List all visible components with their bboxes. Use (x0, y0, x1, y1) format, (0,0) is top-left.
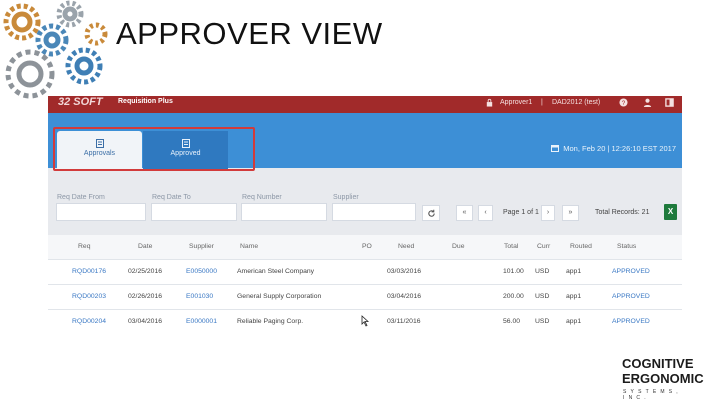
logo-line2: ERGONOMIC (622, 371, 704, 386)
datetime-readout: Mon, Feb 20 | 12:26:10 EST 2017 (551, 144, 676, 153)
supplier-link[interactable]: E0000001 (186, 318, 217, 325)
page-info: Page 1 of 1 (503, 209, 539, 216)
supplier-link[interactable]: E001030 (186, 293, 213, 300)
calendar-icon (551, 145, 560, 152)
cursor-icon (361, 315, 370, 327)
company-name[interactable]: DAD2012 (test) (552, 99, 600, 106)
supplier-label: Supplier (333, 194, 359, 201)
help-icon[interactable]: ? (619, 98, 628, 107)
req-date-to-input[interactable] (151, 203, 237, 221)
col-header-need[interactable]: Need (398, 243, 414, 250)
app-topbar: 32 SOFT Requisition Plus Approver1 | DAD… (48, 96, 682, 113)
name-cell: American Steel Company (237, 268, 315, 275)
company-logo: COGNITIVE ERGONOMIC SYSTEMS, INC. (622, 356, 714, 401)
routed-cell: app1 (566, 268, 582, 275)
total-cell: 200.00 (503, 293, 524, 300)
first-page-button[interactable]: « (456, 205, 473, 221)
total-records: Total Records: 21 (595, 209, 650, 216)
req-date-from-label: Req Date From (57, 194, 105, 201)
logo-line3: SYSTEMS, INC. (623, 389, 682, 401)
gears-icon (3, 0, 108, 99)
total-cell: 101.00 (503, 268, 524, 275)
tabs-highlight-box (53, 127, 255, 171)
status-link[interactable]: APPROVED (612, 318, 650, 325)
exit-icon[interactable] (665, 98, 674, 107)
refresh-button[interactable] (422, 205, 440, 221)
last-page-button[interactable]: » (562, 205, 579, 221)
curr-cell: USD (535, 268, 550, 275)
col-header-curr[interactable]: Curr (537, 243, 550, 250)
datetime-text: Mon, Feb 20 | 12:26:10 EST 2017 (563, 144, 676, 153)
lock-icon (486, 98, 493, 107)
slide-header: APPROVER VIEW (0, 0, 720, 99)
date-cell: 02/26/2016 (128, 293, 163, 300)
req-link[interactable]: RQD00176 (72, 268, 106, 275)
col-header-total[interactable]: Total (504, 243, 518, 250)
prev-page-button[interactable]: ‹ (478, 205, 493, 221)
refresh-icon (427, 209, 435, 217)
need-cell: 03/03/2016 (387, 268, 422, 275)
user-name[interactable]: Approver1 (500, 99, 532, 106)
col-header-supplier[interactable]: Supplier (189, 243, 214, 250)
col-header-req[interactable]: Req (78, 243, 90, 250)
page-number[interactable]: 1 (521, 209, 525, 216)
excel-export-button[interactable]: X (664, 204, 677, 220)
page-of: of 1 (527, 209, 539, 216)
req-number-label: Req Number (242, 194, 282, 201)
req-number-input[interactable] (241, 203, 327, 221)
supplier-input[interactable] (332, 203, 416, 221)
routed-cell: app1 (566, 318, 582, 325)
curr-cell: USD (535, 293, 550, 300)
req-link[interactable]: RQD00203 (72, 293, 106, 300)
user-icon[interactable] (643, 98, 652, 107)
col-header-name[interactable]: Name (240, 243, 258, 250)
svg-text:?: ? (622, 100, 626, 107)
page-label: Page (503, 209, 520, 216)
date-cell: 03/04/2016 (128, 318, 163, 325)
date-cell: 02/25/2016 (128, 268, 163, 275)
req-date-to-label: Req Date To (152, 194, 191, 201)
col-header-po[interactable]: PO (362, 243, 372, 250)
supplier-link[interactable]: E0050000 (186, 268, 217, 275)
excel-icon: X (667, 207, 674, 216)
requisitions-table: Req Date Supplier Name PO Need Due Total… (48, 235, 682, 332)
col-header-date[interactable]: Date (138, 243, 152, 250)
next-page-button[interactable]: › (541, 205, 555, 221)
req-link[interactable]: RQD00204 (72, 318, 106, 325)
brand-logo: 32 SOFT (58, 96, 103, 108)
table-row[interactable]: RQD00203 02/26/2016 E001030 General Supp… (48, 285, 682, 310)
logo-line1: COGNITIVE (622, 356, 694, 371)
req-date-from-input[interactable] (56, 203, 146, 221)
status-link[interactable]: APPROVED (612, 293, 650, 300)
need-cell: 03/04/2016 (387, 293, 422, 300)
routed-cell: app1 (566, 293, 582, 300)
table-row[interactable]: RQD00204 03/04/2016 E0000001 Reliable Pa… (48, 310, 682, 332)
col-header-status[interactable]: Status (617, 243, 636, 250)
status-link[interactable]: APPROVED (612, 268, 650, 275)
curr-cell: USD (535, 318, 550, 325)
total-cell: 56.00 (503, 318, 521, 325)
table-header-row: Req Date Supplier Name PO Need Due Total… (48, 235, 682, 260)
col-header-due[interactable]: Due (452, 243, 464, 250)
requisition-app-screenshot: 32 SOFT Requisition Plus Approver1 | DAD… (48, 96, 682, 332)
name-cell: General Supply Corporation (237, 293, 322, 300)
col-header-routed[interactable]: Routed (570, 243, 592, 250)
topbar-separator: | (541, 99, 543, 106)
name-cell: Reliable Paging Corp. (237, 318, 304, 325)
app-subtitle: Requisition Plus (118, 98, 173, 105)
table-row[interactable]: RQD00176 02/25/2016 E0050000 American St… (48, 260, 682, 285)
slide-title: APPROVER VIEW (116, 16, 383, 51)
need-cell: 03/11/2016 (387, 318, 421, 325)
